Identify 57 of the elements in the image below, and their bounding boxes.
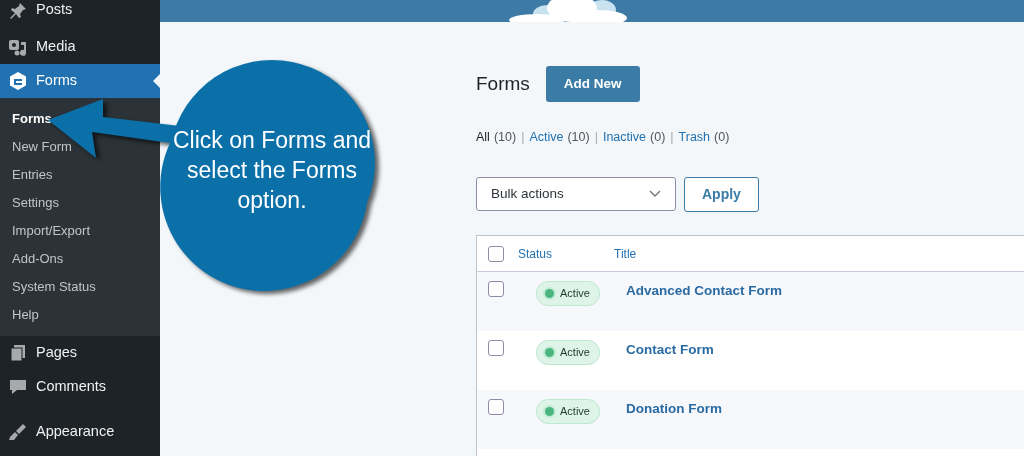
filter-count: (10) (567, 129, 590, 147)
callout-text: Click on Forms and select the Forms option. (172, 126, 372, 215)
submenu-item[interactable]: Settings (12, 189, 59, 217)
filter-count: (0) (650, 129, 666, 147)
sidebar-item[interactable]: Appearance (0, 415, 160, 449)
filter-count: (10) (493, 129, 517, 147)
hexagon-icon (8, 71, 28, 91)
pages-icon (8, 343, 28, 363)
checkbox[interactable] (488, 340, 504, 356)
filter-link[interactable]: Trash (678, 128, 711, 147)
status-badge: Active (536, 281, 600, 306)
submenu-item[interactable]: Import/Export (12, 217, 91, 245)
current-pointer-icon (153, 74, 160, 88)
sidebar-label: Comments (36, 377, 107, 397)
filter-link[interactable]: Inactive (602, 128, 646, 147)
form-title-link[interactable]: Contact Form (625, 340, 714, 361)
column-header[interactable]: Status (518, 244, 614, 263)
filter-link[interactable]: Active (529, 128, 564, 147)
apply-button[interactable]: Apply (684, 177, 759, 212)
checkbox[interactable] (488, 399, 504, 415)
separator: | (594, 129, 598, 147)
speech-bubble-icon (8, 377, 28, 397)
form-title-link[interactable]: Advanced Contact Form (625, 281, 782, 302)
add-new-button[interactable]: Add New (545, 66, 640, 103)
select-value: Bulk actions (491, 184, 564, 203)
sidebar-label: Appearance (36, 422, 115, 442)
chevron-down-icon (649, 190, 661, 198)
brush-icon (8, 422, 28, 442)
checkbox[interactable] (488, 281, 504, 297)
submenu-item[interactable]: Help (12, 301, 39, 329)
bulk-actions-select[interactable]: Bulk actions (476, 177, 676, 211)
sidebar-label: Media (36, 37, 76, 57)
status-badge: Active (536, 340, 600, 365)
submenu-item[interactable]: Add-Ons (12, 245, 64, 273)
sidebar-item[interactable]: Pages (0, 336, 160, 370)
media-icon (8, 37, 28, 57)
separator: | (670, 129, 674, 147)
submenu-item[interactable]: Forms (12, 105, 52, 133)
sidebar-label: Posts (36, 0, 73, 20)
status-badge: Active (536, 399, 600, 424)
filter-count: (0) (714, 129, 730, 147)
sidebar-item[interactable]: Forms (0, 64, 160, 98)
submenu-item[interactable]: System Status (12, 273, 96, 301)
form-title-link[interactable]: Donation Form (625, 399, 722, 420)
sidebar-label: Forms (36, 71, 78, 91)
pin-icon (8, 1, 28, 21)
filter-link[interactable]: All (476, 128, 490, 147)
separator: | (521, 129, 525, 147)
sidebar-item[interactable]: Comments (0, 370, 160, 404)
page-title: Forms (476, 72, 530, 96)
column-header[interactable]: Title (614, 244, 637, 263)
sidebar-item[interactable]: Posts (0, 0, 160, 30)
sidebar-item[interactable]: Media (0, 30, 160, 64)
checkbox[interactable] (488, 245, 504, 262)
submenu-item[interactable]: New Form (12, 133, 72, 161)
submenu-item[interactable]: Entries (12, 161, 53, 189)
sidebar-label: Pages (36, 343, 78, 363)
